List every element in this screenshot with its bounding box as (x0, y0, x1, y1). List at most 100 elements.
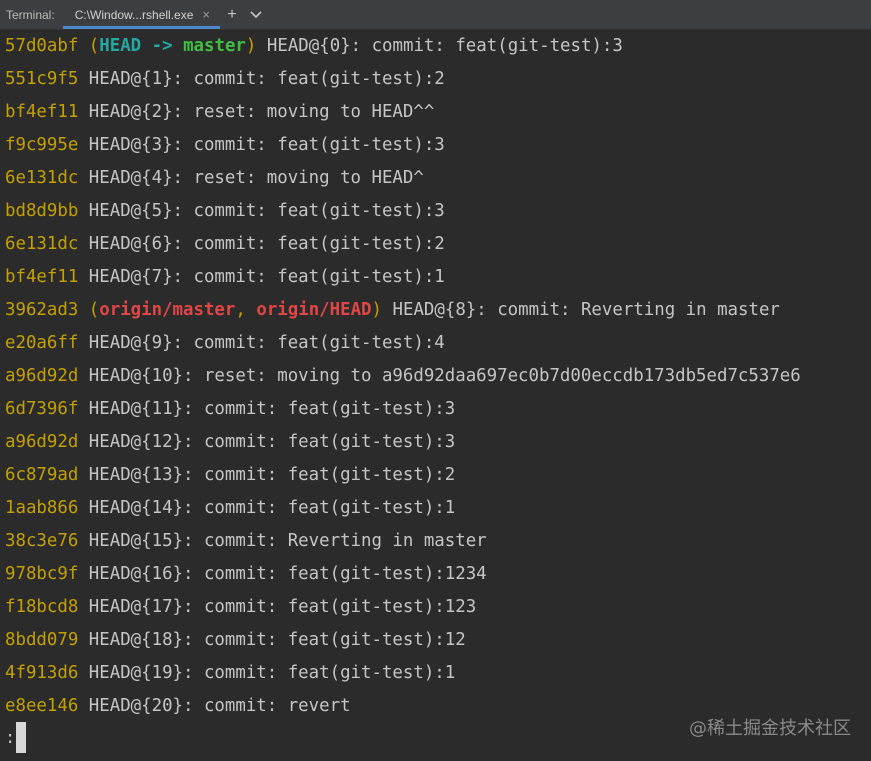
tab-powershell[interactable]: C:\Window...rshell.exe × (62, 0, 221, 29)
reflog-line: 1aab866 HEAD@{14}: commit: feat(git-test… (0, 492, 871, 525)
reflog-message: : commit: feat(git-test):3 (350, 36, 623, 56)
commit-hash: 978bc9f (5, 564, 79, 584)
reflog-line: 6c879ad HEAD@{13}: commit: feat(git-test… (0, 459, 871, 492)
commit-hash: e20a6ff (5, 333, 79, 353)
reflog-selector: HEAD@{4} (88, 168, 173, 188)
reflog-selector: HEAD@{5} (88, 201, 173, 221)
reflog-selector: HEAD@{8} (392, 300, 477, 320)
reflog-selector: HEAD@{12} (88, 432, 184, 452)
reflog-message: : commit: Reverting in master (183, 531, 487, 551)
reflog-line: 6e131dc HEAD@{4}: reset: moving to HEAD^ (0, 162, 871, 195)
reflog-line: 6e131dc HEAD@{6}: commit: feat(git-test)… (0, 228, 871, 261)
head-arrow: -> (151, 36, 173, 56)
chevron-down-icon (250, 10, 262, 18)
reflog-selector: HEAD@{0} (266, 36, 351, 56)
pager-prompt[interactable]: : (5, 721, 27, 754)
commit-hash: f18bcd8 (5, 597, 79, 617)
reflog-message: : reset: moving to HEAD^ (172, 168, 424, 188)
commit-hash: bf4ef11 (5, 267, 79, 287)
reflog-message: : commit: feat(git-test):2 (183, 465, 456, 485)
reflog-selector: HEAD@{6} (88, 234, 173, 254)
commit-hash: 4f913d6 (5, 663, 79, 683)
reflog-selector: HEAD@{2} (88, 102, 173, 122)
reflog-message: : commit: feat(git-test):1 (183, 663, 456, 683)
reflog-message: : commit: feat(git-test):123 (183, 597, 477, 617)
reflog-message: : reset: moving to a96d92daa697ec0b7d00e… (183, 366, 801, 386)
reflog-selector: HEAD@{18} (88, 630, 184, 650)
reflog-selector: HEAD@{15} (88, 531, 184, 551)
commit-hash: a96d92d (5, 432, 79, 452)
reflog-message: : commit: feat(git-test):1234 (183, 564, 487, 584)
close-icon[interactable]: × (202, 8, 210, 21)
reflog-line: 38c3e76 HEAD@{15}: commit: Reverting in … (0, 525, 871, 558)
tool-window-title: Terminal: (6, 7, 55, 22)
decoration-close-paren: ) (371, 300, 383, 320)
reflog-selector: HEAD@{17} (88, 597, 184, 617)
commit-hash: bd8d9bb (5, 201, 79, 221)
reflog-selector: HEAD@{1} (88, 69, 173, 89)
commit-hash: 551c9f5 (5, 69, 79, 89)
decoration-open-paren: ( (88, 36, 100, 56)
reflog-selector: HEAD@{9} (88, 333, 173, 353)
reflog-message: : commit: revert (183, 696, 351, 716)
terminal-tab-bar: Terminal: C:\Window...rshell.exe × + (0, 0, 871, 30)
reflog-message: : commit: feat(git-test):3 (183, 432, 456, 452)
reflog-message: : commit: feat(git-test):3 (172, 135, 445, 155)
tab-label: C:\Window...rshell.exe (74, 7, 194, 22)
reflog-selector: HEAD@{3} (88, 135, 173, 155)
reflog-message: : commit: feat(git-test):4 (172, 333, 445, 353)
reflog-message: : commit: feat(git-test):1 (183, 498, 456, 518)
commit-hash: 3962ad3 (5, 300, 79, 320)
head-ref: HEAD (99, 36, 142, 56)
tab-menu-button[interactable] (244, 0, 268, 29)
reflog-selector: HEAD@{7} (88, 267, 173, 287)
reflog-line: 57d0abf (HEAD -> master) HEAD@{0}: commi… (0, 30, 871, 63)
plus-icon: + (227, 5, 237, 23)
reflog-line: 978bc9f HEAD@{16}: commit: feat(git-test… (0, 558, 871, 591)
reflog-selector: HEAD@{11} (88, 399, 184, 419)
remote-branch-name: origin/HEAD (256, 300, 372, 320)
reflog-message: : commit: feat(git-test):2 (172, 69, 445, 89)
remote-branch-name: origin/master (99, 300, 236, 320)
reflog-selector: HEAD@{13} (88, 465, 184, 485)
reflog-message: : reset: moving to HEAD^^ (172, 102, 435, 122)
commit-hash: 6e131dc (5, 234, 79, 254)
reflog-selector: HEAD@{20} (88, 696, 184, 716)
commit-hash: 6c879ad (5, 465, 79, 485)
reflog-selector: HEAD@{10} (88, 366, 184, 386)
reflog-line: bd8d9bb HEAD@{5}: commit: feat(git-test)… (0, 195, 871, 228)
reflog-line: 3962ad3 (origin/master, origin/HEAD) HEA… (0, 294, 871, 327)
reflog-message: : commit: feat(git-test):12 (183, 630, 466, 650)
reflog-message: : commit: feat(git-test):1 (172, 267, 445, 287)
reflog-line: 4f913d6 HEAD@{19}: commit: feat(git-test… (0, 657, 871, 690)
commit-hash: 57d0abf (5, 36, 79, 56)
commit-hash: 6d7396f (5, 399, 79, 419)
text-cursor (16, 722, 27, 753)
decoration-close-paren: ) (245, 36, 257, 56)
branch-name: master (183, 36, 246, 56)
commit-hash: 6e131dc (5, 168, 79, 188)
prompt-char: : (5, 727, 16, 748)
reflog-line: bf4ef11 HEAD@{7}: commit: feat(git-test)… (0, 261, 871, 294)
reflog-line: 6d7396f HEAD@{11}: commit: feat(git-test… (0, 393, 871, 426)
reflog-line: e20a6ff HEAD@{9}: commit: feat(git-test)… (0, 327, 871, 360)
decoration-comma: , (235, 300, 246, 320)
terminal-output[interactable]: 57d0abf (HEAD -> master) HEAD@{0}: commi… (0, 29, 871, 761)
commit-hash: e8ee146 (5, 696, 79, 716)
reflog-line: f18bcd8 HEAD@{17}: commit: feat(git-test… (0, 591, 871, 624)
reflog-line: 551c9f5 HEAD@{1}: commit: feat(git-test)… (0, 63, 871, 96)
commit-hash: 8bdd079 (5, 630, 79, 650)
add-tab-button[interactable]: + (220, 0, 244, 29)
reflog-selector: HEAD@{16} (88, 564, 184, 584)
reflog-line: a96d92d HEAD@{10}: reset: moving to a96d… (0, 360, 871, 393)
commit-hash: 1aab866 (5, 498, 79, 518)
reflog-message: : commit: feat(git-test):3 (172, 201, 445, 221)
decoration-open-paren: ( (88, 300, 100, 320)
reflog-message: : commit: feat(git-test):3 (183, 399, 456, 419)
commit-hash: a96d92d (5, 366, 79, 386)
reflog-selector: HEAD@{14} (88, 498, 184, 518)
terminal-window: Terminal: C:\Window...rshell.exe × + 57d… (0, 0, 871, 761)
commit-hash: 38c3e76 (5, 531, 79, 551)
reflog-line: f9c995e HEAD@{3}: commit: feat(git-test)… (0, 129, 871, 162)
reflog-line: a96d92d HEAD@{12}: commit: feat(git-test… (0, 426, 871, 459)
